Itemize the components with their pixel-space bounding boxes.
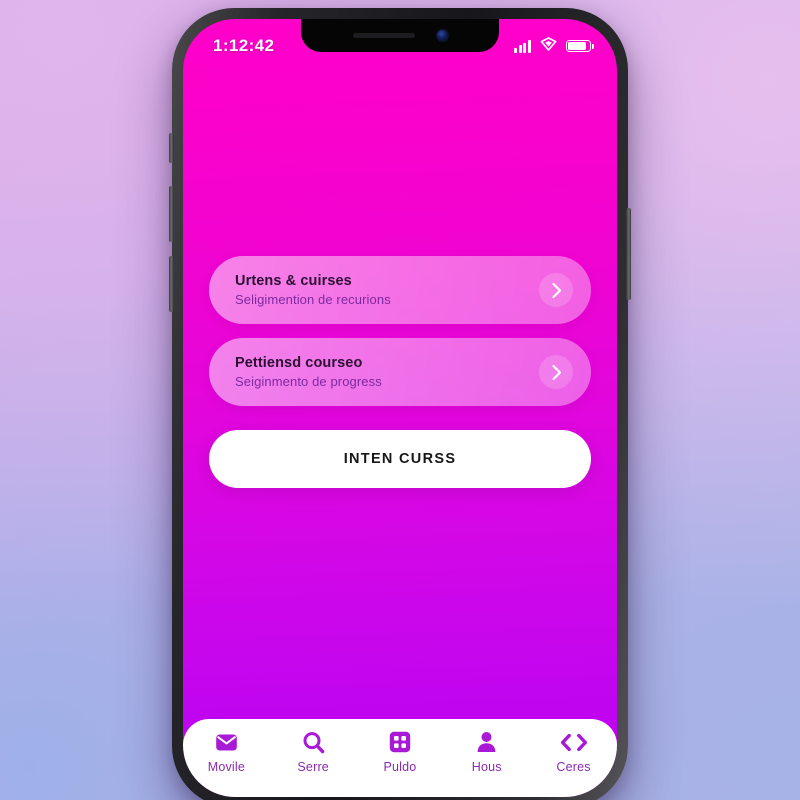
scene-background: 1:12:42 Urtens & cuirses Seligimention d… xyxy=(0,0,800,800)
nav-item-label: Hous xyxy=(471,760,502,774)
power-button[interactable] xyxy=(626,208,631,300)
nav-item-puldo[interactable]: Puldo xyxy=(363,730,437,774)
grid-icon xyxy=(389,730,411,754)
battery-icon xyxy=(566,39,594,53)
status-time: 1:12:42 xyxy=(213,36,275,55)
speaker-grille-icon xyxy=(352,33,415,38)
chevron-right-icon[interactable] xyxy=(539,355,573,389)
card-stack: Urtens & cuirses Seligimention de recuri… xyxy=(209,256,591,488)
signal-icon xyxy=(514,40,531,53)
person-icon xyxy=(476,730,497,754)
nav-item-label: Ceres xyxy=(556,760,591,774)
volume-down-button[interactable] xyxy=(169,256,174,312)
card-subtitle: Seligimention de recurions xyxy=(235,292,391,307)
nav-item-hous[interactable]: Hous xyxy=(450,730,524,774)
device-notch xyxy=(301,19,499,52)
phone-screen: 1:12:42 Urtens & cuirses Seligimention d… xyxy=(183,19,617,797)
card-title: Pettiensd courseo xyxy=(235,355,363,371)
phone-device: 1:12:42 Urtens & cuirses Seligimention d… xyxy=(169,8,631,800)
main-content: Urtens & cuirses Seligimention de recuri… xyxy=(183,67,617,719)
nav-item-serre[interactable]: Serre xyxy=(276,730,350,774)
nav-item-label: Movile xyxy=(207,760,246,774)
primary-cta-button[interactable]: INTEN CURSS xyxy=(209,430,591,488)
list-item[interactable]: Pettiensd courseo Seiginmento de progres… xyxy=(209,338,591,406)
arrows-left-right-icon xyxy=(560,730,587,754)
list-item[interactable]: Urtens & cuirses Seligimention de recuri… xyxy=(209,256,591,324)
mute-switch-button[interactable] xyxy=(169,133,174,163)
search-icon xyxy=(302,730,325,754)
status-icons xyxy=(514,36,594,56)
card-subtitle: Seiginmento de progress xyxy=(235,374,382,389)
front-camera-icon xyxy=(436,30,448,41)
volume-up-button[interactable] xyxy=(169,186,174,242)
nav-item-movile[interactable]: Movile xyxy=(189,730,263,774)
wifi-icon xyxy=(540,36,557,56)
bottom-navigation-bar: Movile Serre Puldo Hous Ceres xyxy=(183,719,617,797)
mail-icon xyxy=(215,730,238,754)
card-title: Urtens & cuirses xyxy=(235,273,352,289)
nav-item-ceres[interactable]: Ceres xyxy=(537,730,611,774)
nav-item-label: Puldo xyxy=(383,760,417,774)
nav-item-label: Serre xyxy=(297,760,329,774)
chevron-right-icon[interactable] xyxy=(539,273,573,307)
